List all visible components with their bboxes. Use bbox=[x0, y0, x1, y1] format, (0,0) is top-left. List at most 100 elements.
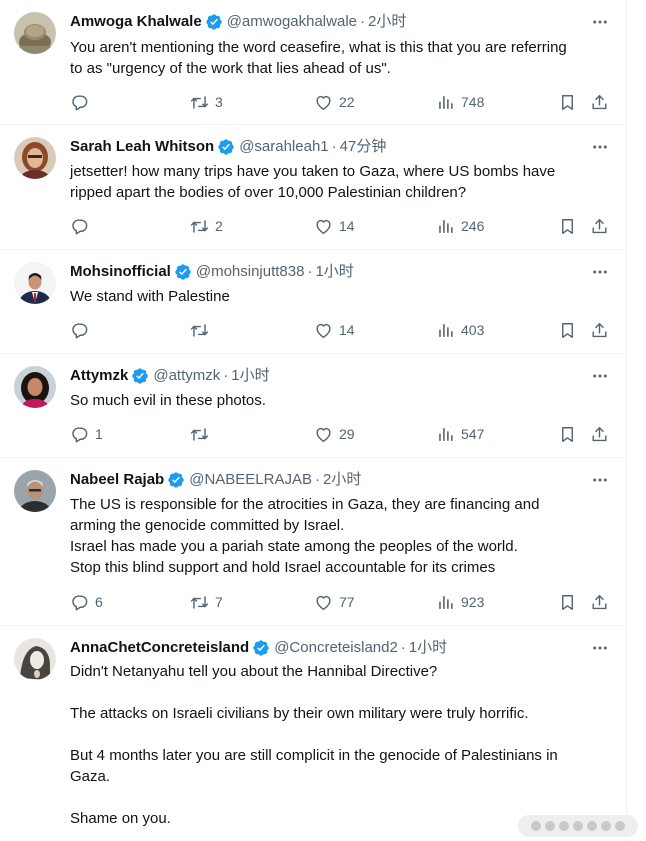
more-horizontal-icon[interactable] bbox=[587, 262, 613, 282]
like-button[interactable]: 14 bbox=[314, 319, 355, 341]
action-bar: 3 22 748 bbox=[70, 91, 615, 113]
tweet-text-line: So much evil in these photos. bbox=[70, 392, 266, 409]
display-name[interactable]: Mohsinofficial bbox=[70, 262, 171, 282]
user-handle[interactable]: @amwogakhalwale bbox=[227, 12, 357, 32]
like-count: 29 bbox=[339, 426, 355, 442]
user-handle[interactable]: @mohsinjutt838 bbox=[196, 262, 305, 282]
retweet-button[interactable]: 7 bbox=[190, 591, 223, 613]
separator: · bbox=[223, 367, 229, 384]
bookmark-button[interactable] bbox=[558, 591, 577, 613]
user-handle[interactable]: @attymzk bbox=[153, 366, 220, 386]
user-handle[interactable]: @Concreteisland2 bbox=[274, 638, 398, 658]
watermark bbox=[518, 815, 638, 837]
bookmark-button[interactable] bbox=[558, 423, 577, 445]
share-icon bbox=[590, 93, 609, 112]
tweet-text-line: jetsetter! how many trips have you taken… bbox=[70, 163, 556, 180]
view-count: 246 bbox=[461, 218, 485, 234]
tweet-attymzk[interactable]: Attymzk @attymzk · 1小时 So much evil in t… bbox=[0, 354, 627, 458]
avatar[interactable] bbox=[14, 262, 56, 304]
reply-icon bbox=[70, 425, 89, 444]
tweet-text-line: You aren't mentioning the word ceasefire… bbox=[70, 39, 567, 56]
reply-icon bbox=[70, 593, 89, 612]
retweet-button[interactable]: 2 bbox=[190, 215, 223, 237]
bookmark-button[interactable] bbox=[558, 215, 577, 237]
share-button[interactable] bbox=[590, 91, 609, 113]
reply-button[interactable] bbox=[70, 91, 95, 113]
share-button[interactable] bbox=[590, 215, 609, 237]
display-name[interactable]: Sarah Leah Whitson bbox=[70, 137, 214, 157]
reply-button[interactable] bbox=[70, 215, 95, 237]
views-button[interactable]: 246 bbox=[436, 215, 484, 237]
views-chart-icon bbox=[436, 425, 455, 444]
retweet-button[interactable] bbox=[190, 423, 215, 445]
display-name[interactable]: AnnaChetConcreteisland bbox=[70, 638, 249, 658]
timestamp[interactable]: 2小时 bbox=[323, 470, 361, 490]
reply-button[interactable]: 1 bbox=[70, 423, 103, 445]
bookmark-button[interactable] bbox=[558, 319, 577, 341]
bookmark-icon bbox=[558, 217, 577, 236]
tweet-header: Sarah Leah Whitson @sarahleah1 · 47分钟 bbox=[70, 137, 613, 157]
scrollbar[interactable] bbox=[631, 0, 646, 841]
tweet-text: The US is responsible for the atrocities… bbox=[70, 494, 615, 578]
user-handle[interactable]: @sarahleah1 bbox=[239, 137, 328, 157]
timestamp[interactable]: 47分钟 bbox=[340, 137, 387, 157]
share-button[interactable] bbox=[590, 319, 609, 341]
retweet-button[interactable] bbox=[190, 319, 215, 341]
reply-button[interactable] bbox=[70, 319, 95, 341]
tweet-text-line: ripped apart the bodies of over 10,000 P… bbox=[70, 184, 467, 201]
tweet-nabeel-rajab[interactable]: Nabeel Rajab @NABEELRAJAB · 2小时 The US i… bbox=[0, 458, 627, 626]
verified-badge-icon bbox=[167, 471, 185, 489]
share-button[interactable] bbox=[590, 423, 609, 445]
timestamp[interactable]: 1小时 bbox=[409, 638, 447, 658]
like-button[interactable]: 77 bbox=[314, 591, 355, 613]
display-name[interactable]: Attymzk bbox=[70, 366, 128, 386]
display-name[interactable]: Amwoga Khalwale bbox=[70, 12, 202, 32]
views-chart-icon bbox=[436, 321, 455, 340]
share-button[interactable] bbox=[590, 591, 609, 613]
views-button[interactable]: 923 bbox=[436, 591, 484, 613]
share-icon bbox=[590, 593, 609, 612]
like-button[interactable]: 22 bbox=[314, 91, 355, 113]
views-button[interactable]: 403 bbox=[436, 319, 484, 341]
views-button[interactable]: 748 bbox=[436, 91, 484, 113]
tweet-sarah-leah-whitson[interactable]: Sarah Leah Whitson @sarahleah1 · 47分钟 je… bbox=[0, 125, 627, 250]
bookmark-button[interactable] bbox=[558, 91, 577, 113]
avatar[interactable] bbox=[14, 366, 56, 408]
retweet-icon bbox=[190, 593, 209, 612]
tweet-text-line: Stop this blind support and hold Israel … bbox=[70, 559, 496, 576]
like-button[interactable]: 14 bbox=[314, 215, 355, 237]
timestamp[interactable]: 2小时 bbox=[368, 12, 406, 32]
separator: · bbox=[400, 639, 406, 656]
avatar[interactable] bbox=[14, 137, 56, 179]
timestamp[interactable]: 1小时 bbox=[231, 366, 269, 386]
avatar[interactable] bbox=[14, 638, 56, 680]
tweet-mohsinofficial[interactable]: Mohsinofficial @mohsinjutt838 · 1小时 We s… bbox=[0, 250, 627, 354]
action-bar: 6 7 77 923 bbox=[70, 591, 615, 613]
more-horizontal-icon[interactable] bbox=[587, 638, 613, 658]
more-horizontal-icon[interactable] bbox=[587, 12, 613, 32]
tweet-annachetconcreteisland[interactable]: AnnaChetConcreteisland @Concreteisland2 … bbox=[0, 626, 627, 841]
reply-icon bbox=[70, 321, 89, 340]
user-handle[interactable]: @NABEELRAJAB bbox=[189, 470, 312, 490]
bookmark-icon bbox=[558, 593, 577, 612]
like-button[interactable]: 29 bbox=[314, 423, 355, 445]
tweet-text-line: But 4 months later you are still complic… bbox=[70, 747, 558, 764]
avatar[interactable] bbox=[14, 470, 56, 512]
more-horizontal-icon[interactable] bbox=[587, 366, 613, 386]
more-horizontal-icon[interactable] bbox=[587, 470, 613, 490]
reply-button[interactable]: 6 bbox=[70, 591, 103, 613]
verified-badge-icon bbox=[217, 138, 235, 156]
action-bar: 2 14 246 bbox=[70, 215, 615, 237]
tweet-text-line bbox=[70, 787, 615, 808]
display-name[interactable]: Nabeel Rajab bbox=[70, 470, 164, 490]
views-button[interactable]: 547 bbox=[436, 423, 484, 445]
retweet-button[interactable]: 3 bbox=[190, 91, 223, 113]
heart-icon bbox=[314, 217, 333, 236]
tweet-text-line: to as "urgency of the work that lies ahe… bbox=[70, 60, 391, 77]
tweet-amwoga-khalwale[interactable]: Amwoga Khalwale @amwogakhalwale · 2小时 Yo… bbox=[0, 0, 627, 125]
bookmark-icon bbox=[558, 93, 577, 112]
timestamp[interactable]: 1小时 bbox=[315, 262, 353, 282]
more-horizontal-icon[interactable] bbox=[587, 137, 613, 157]
tweet-text-line: Gaza. bbox=[70, 768, 111, 785]
avatar[interactable] bbox=[14, 12, 56, 54]
